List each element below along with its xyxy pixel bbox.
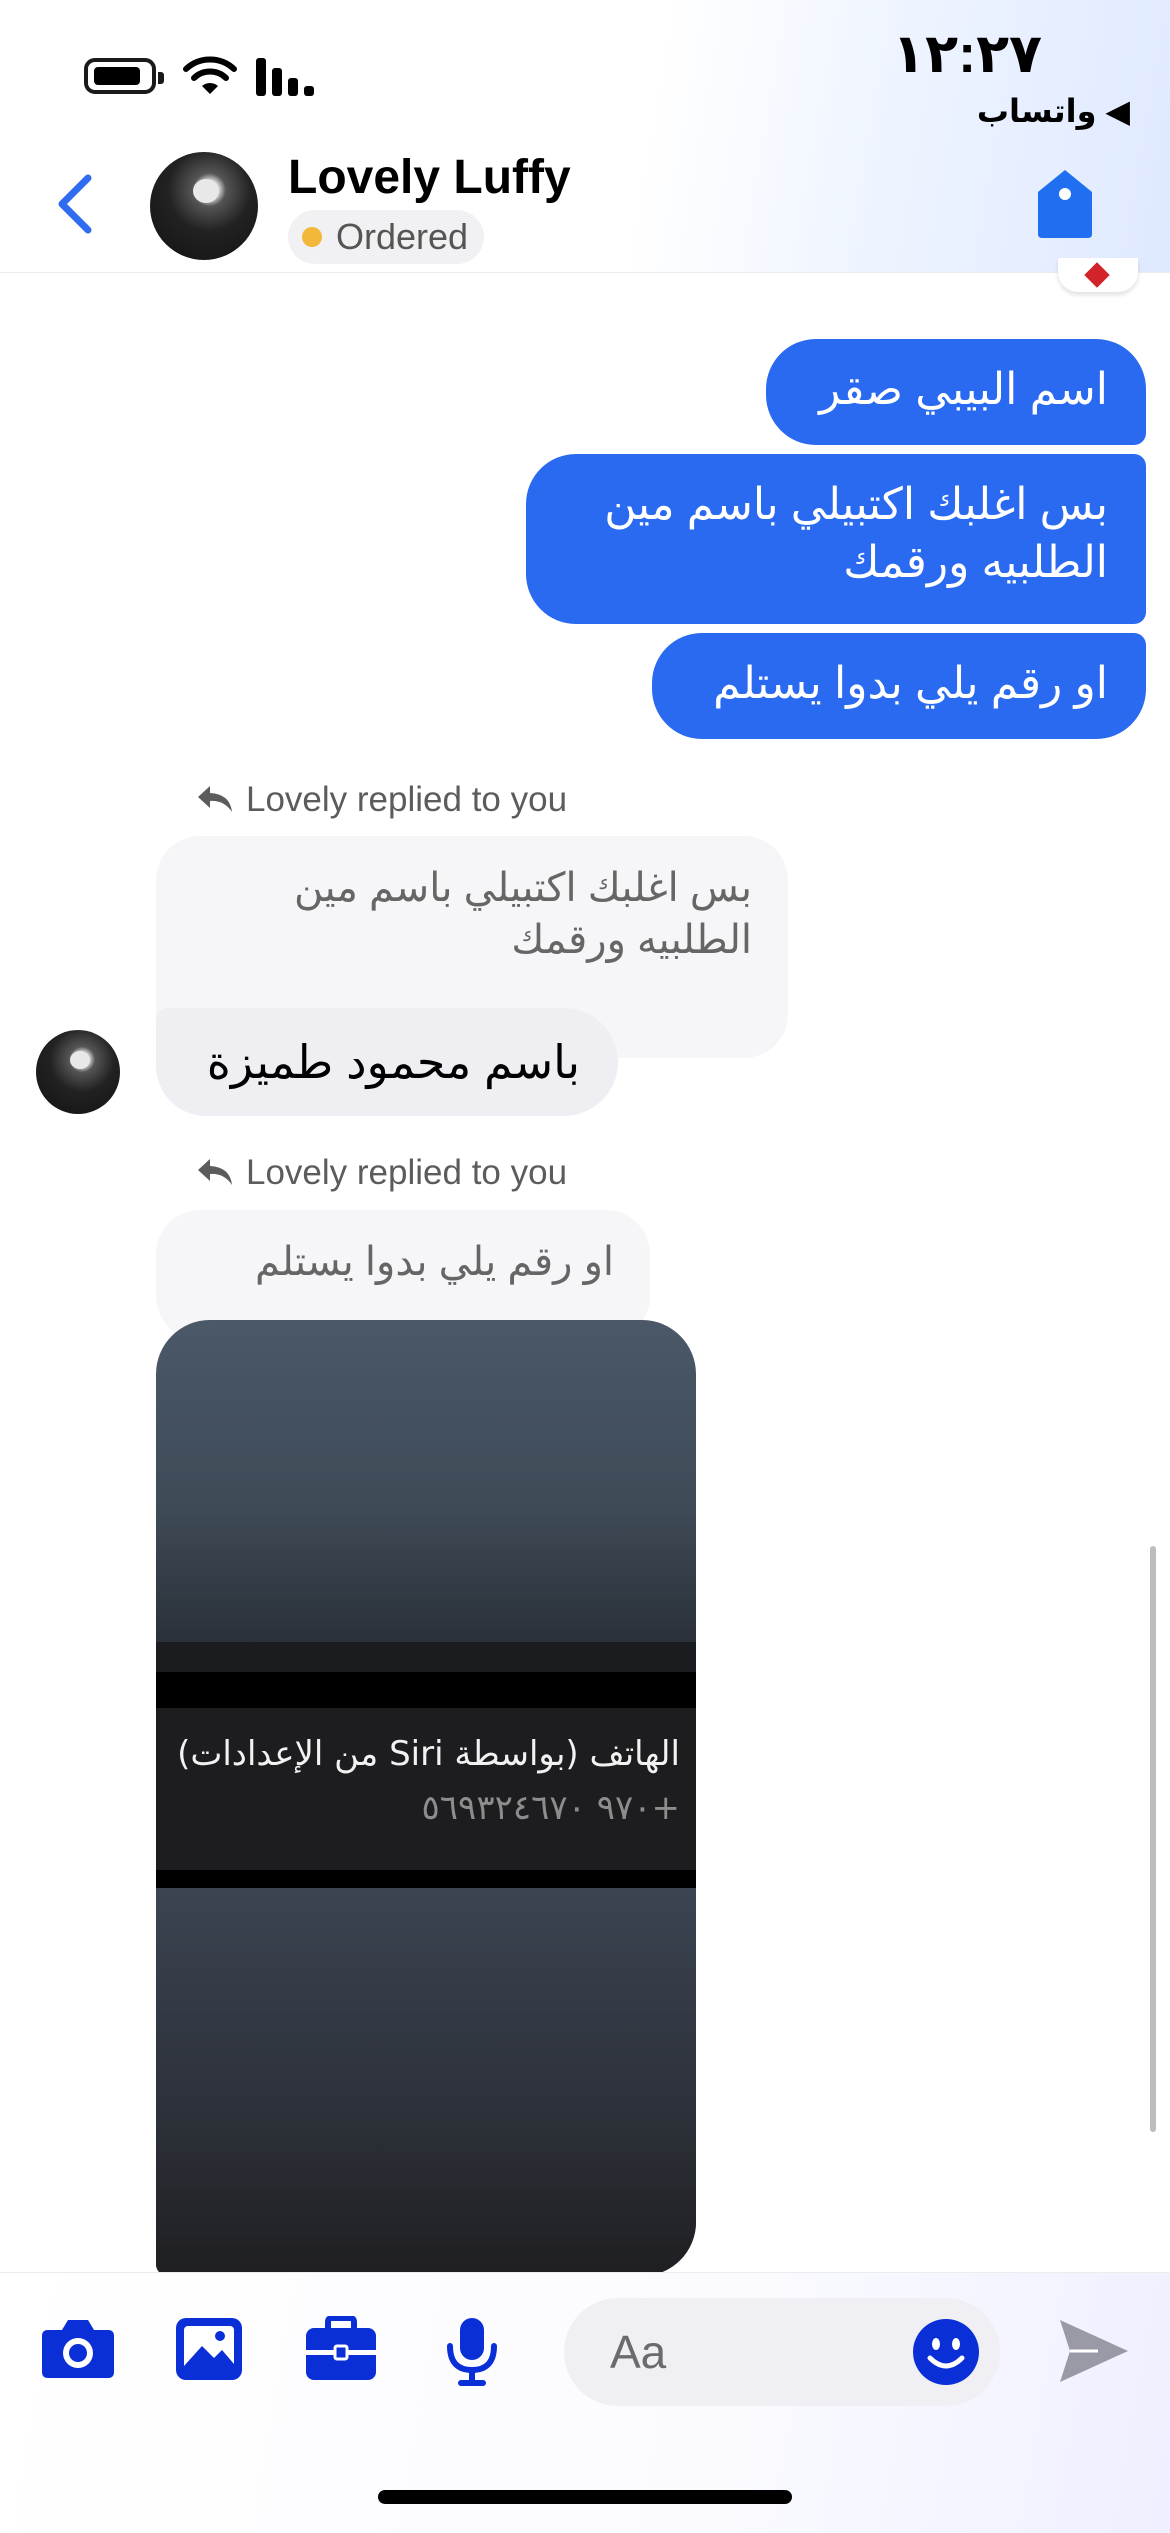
image-attachment[interactable]: الهاتف (بواسطة Siri من الإعدادات) +٩٧٠ ٥…: [156, 1320, 696, 2276]
reply-indicator: Lovely replied to you: [198, 1153, 567, 1193]
send-icon[interactable]: [1058, 2318, 1130, 2384]
camera-icon[interactable]: [40, 2316, 116, 2380]
image-text-line: الهاتف (بواسطة Siri من الإعدادات): [177, 1734, 680, 1774]
outgoing-message[interactable]: بس اغلبك اكتبيلي باسم مين الطلبيه ورقمك: [526, 454, 1146, 624]
reaction-heart-icon[interactable]: [1058, 258, 1138, 292]
outgoing-message[interactable]: اسم البيبي صقر: [766, 339, 1146, 445]
order-status-badge[interactable]: Ordered: [288, 210, 485, 264]
emoji-icon[interactable]: [912, 2318, 980, 2386]
status-time: ١٢:٢٧: [892, 24, 1042, 84]
reply-arrow-icon: [198, 1159, 232, 1185]
microphone-icon[interactable]: [444, 2316, 500, 2388]
status-bar: ١٢:٢٧ ◀ واتساب: [0, 0, 1170, 140]
battery-icon: [84, 58, 164, 94]
status-dot-icon: [302, 227, 322, 247]
image-phone-number: +٩٧٠ ٥٦٩٣٢٤٦٧٠: [421, 1788, 680, 1828]
gallery-icon[interactable]: [174, 2316, 244, 2382]
incoming-message[interactable]: باسم محمود طميزة: [156, 1008, 618, 1116]
contact-name[interactable]: Lovely Luffy: [288, 150, 571, 205]
reply-arrow-icon: [198, 786, 232, 812]
sender-avatar[interactable]: [36, 1030, 120, 1114]
contact-avatar[interactable]: [150, 152, 258, 260]
reply-label-text: Lovely replied to you: [246, 780, 568, 819]
reply-indicator: Lovely replied to you: [198, 780, 567, 820]
home-indicator[interactable]: [378, 2490, 792, 2504]
reply-label-text: Lovely replied to you: [246, 1153, 568, 1192]
back-chevron-icon[interactable]: [52, 172, 100, 236]
order-status-label: Ordered: [336, 216, 469, 257]
scrollbar[interactable]: [1150, 1546, 1156, 2132]
signal-icon: [256, 58, 314, 96]
back-to-app-link[interactable]: ◀ واتساب: [977, 92, 1130, 130]
wifi-icon: [183, 56, 237, 94]
briefcase-icon[interactable]: [304, 2316, 378, 2382]
outgoing-message[interactable]: او رقم يلي بدوا يستلم: [652, 633, 1146, 739]
tag-icon[interactable]: [1036, 168, 1094, 240]
